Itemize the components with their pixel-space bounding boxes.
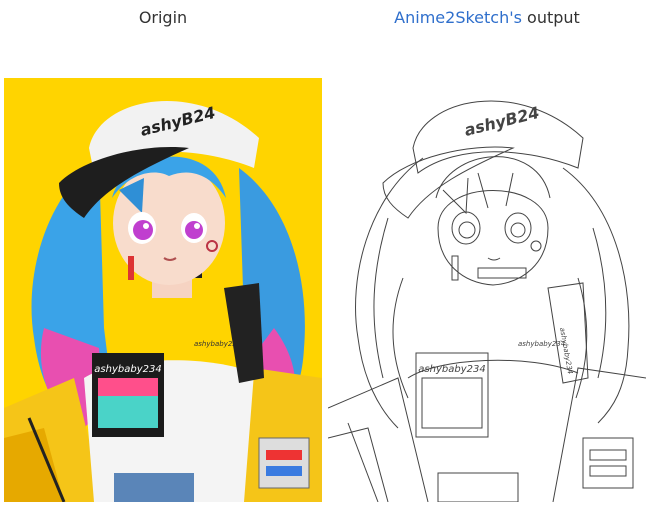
shirt-print-text: ashybaby234 <box>94 364 161 375</box>
anime2sketch-link[interactable]: Anime2Sketch's <box>394 8 522 27</box>
output-caption-suffix: output <box>521 8 580 27</box>
anime-girl-sketch: ashybaby234 ashybaby234 ashybaby234 ashy… <box>328 100 646 502</box>
sketch-output-image: ashybaby234 ashybaby234 ashybaby234 ashy… <box>328 78 646 502</box>
sketch-cap-text: ashyB24 <box>462 103 541 140</box>
output-caption: Anime2Sketch's output <box>328 8 646 27</box>
sketch-shirt-text: ashybaby234 <box>418 364 485 375</box>
origin-image: ashybaby234 ashybaby234 ashyB24 <box>4 78 322 502</box>
origin-caption: Origin <box>138 8 188 27</box>
sketch-small-text: ashybaby234 <box>518 340 565 348</box>
anime-girl-illustration: ashybaby234 ashybaby234 ashyB24 <box>4 78 322 502</box>
